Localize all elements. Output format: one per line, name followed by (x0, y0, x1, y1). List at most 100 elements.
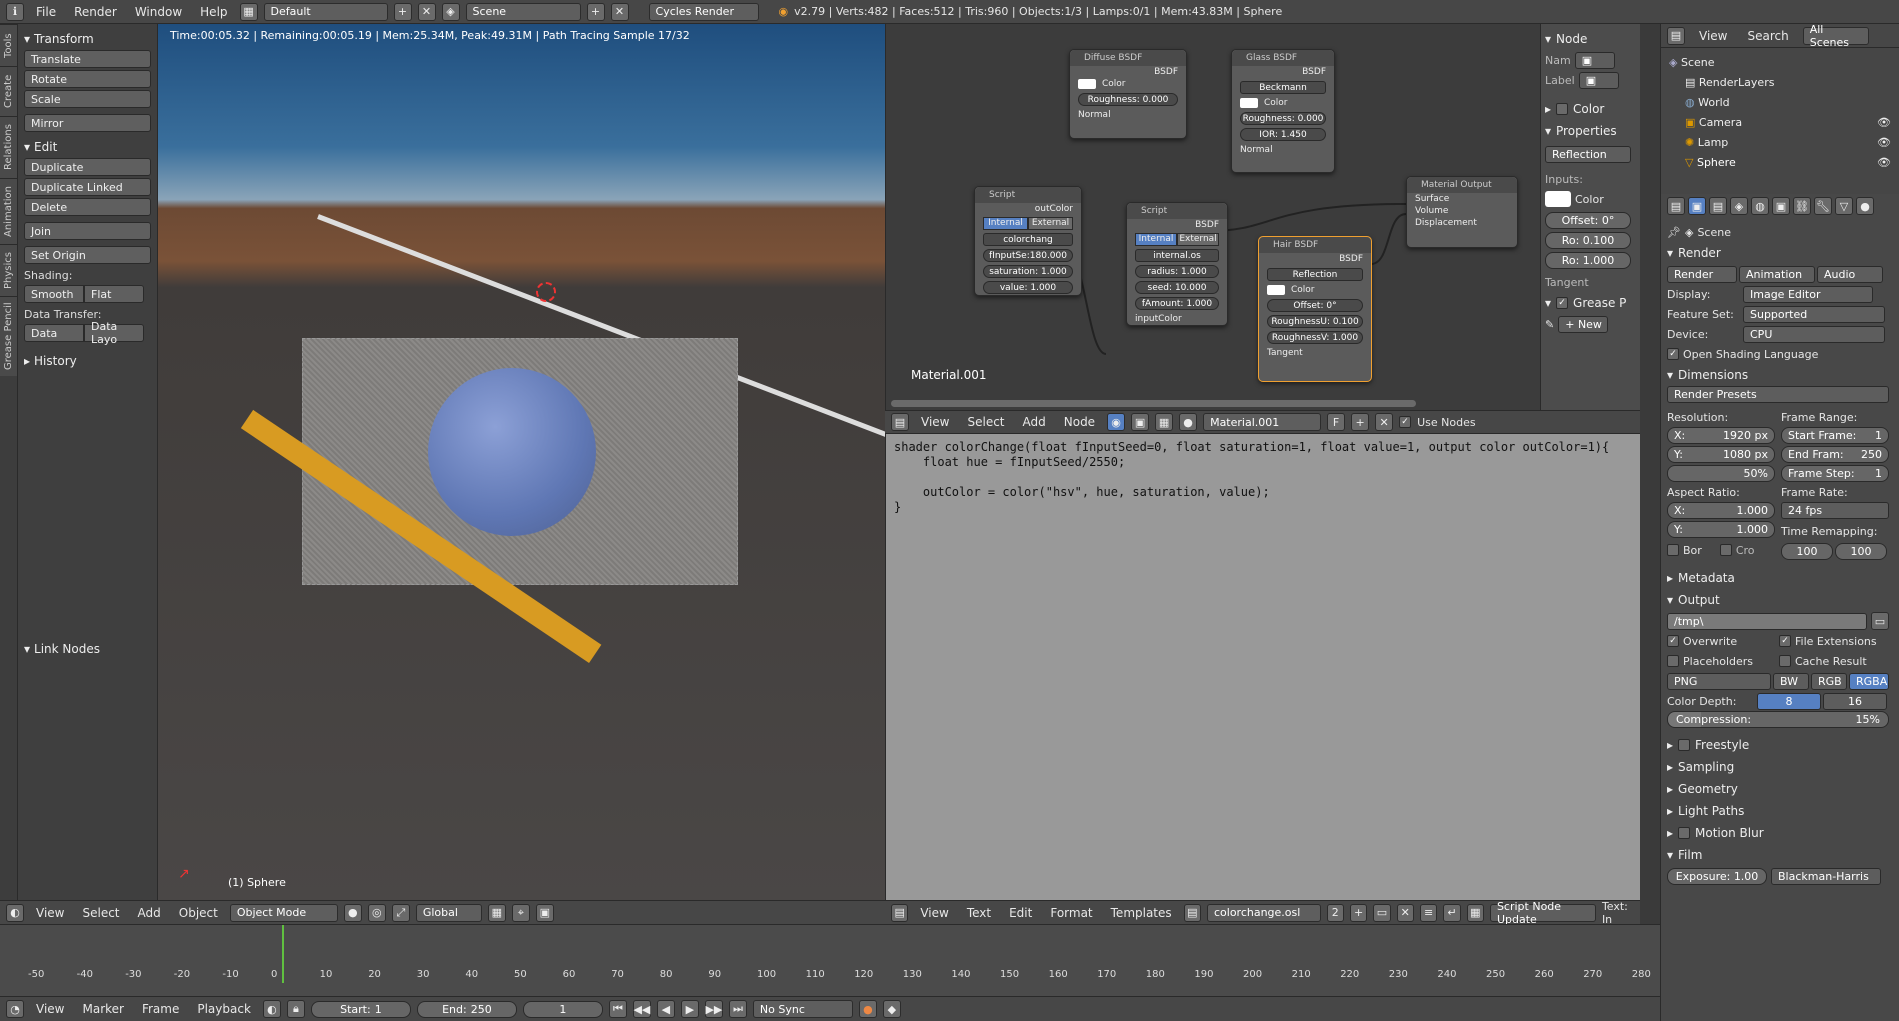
code-line[interactable] (894, 470, 1632, 485)
modifiers-tab-icon[interactable]: 🔧︎ (1814, 197, 1832, 215)
material-selector[interactable]: Material.001 (1203, 413, 1322, 431)
pixel-filter-dropdown[interactable]: Blackman-Harris (1771, 867, 1881, 885)
render-presets-dropdown[interactable]: Render Presets (1667, 386, 1889, 403)
menu-templates[interactable]: Templates (1105, 906, 1178, 920)
menu-object[interactable]: Object (173, 906, 224, 920)
diffuse-bsdf-node[interactable]: Diffuse BSDF BSDF Color Roughness: 0.000… (1069, 49, 1187, 139)
line-numbers-icon[interactable]: ≡ (1419, 903, 1438, 922)
menu-view[interactable]: View (914, 906, 954, 920)
set-origin-dropdown[interactable]: Set Origin (24, 246, 151, 264)
aspect-y-field[interactable]: Y: 1.000 (1667, 521, 1775, 538)
script-node-colorchange[interactable]: Script outColor Internal External colorc… (974, 186, 1082, 296)
compositing-nodes-icon[interactable]: ▣ (1131, 413, 1150, 431)
start-frame-field[interactable]: Start Frame: 1 (1781, 427, 1889, 444)
sync-selector[interactable]: No Sync (752, 1000, 853, 1018)
distribution-dropdown[interactable]: Beckmann (1240, 81, 1326, 94)
sphere-object[interactable] (428, 368, 596, 536)
material-output-node[interactable]: Material Output Surface Volume Displacem… (1406, 176, 1518, 248)
menu-help[interactable]: Help (194, 5, 233, 19)
internal-toggle[interactable]: Internal (983, 217, 1028, 230)
resolution-y-field[interactable]: Y: 1080 px (1667, 446, 1775, 463)
ior-field[interactable]: IOR: 1.450 (1240, 128, 1326, 141)
script-file-field[interactable]: internal.os (1135, 249, 1219, 262)
render-panel-header[interactable]: ▾ Render (1667, 242, 1893, 264)
menu-text[interactable]: Text (961, 906, 997, 920)
flat-button[interactable]: Flat (84, 285, 144, 303)
tab-create[interactable]: Create (0, 66, 17, 116)
horizontal-scrollbar[interactable] (891, 400, 1416, 407)
external-toggle[interactable]: External (1177, 233, 1219, 246)
placeholders-checkbox[interactable] (1667, 655, 1679, 667)
menu-file[interactable]: File (30, 5, 62, 19)
texture-nodes-icon[interactable]: ▦ (1155, 413, 1174, 431)
transform-panel-header[interactable]: ▾ Transform (24, 28, 151, 50)
3d-viewport[interactable]: Time:00:05.32 | Remaining:00:05.19 | Mem… (158, 24, 885, 902)
edit-panel-header[interactable]: ▾ Edit (24, 136, 151, 158)
info-icon[interactable]: ℹ (6, 2, 24, 21)
famount-field[interactable]: fAmount: 1.000 (1135, 297, 1219, 310)
tab-relations[interactable]: Relations (0, 116, 17, 178)
script-node-internal[interactable]: Script BSDF Internal External internal.o… (1126, 202, 1228, 326)
manipulator-icon[interactable]: ⤢ (391, 903, 410, 922)
outliner-item-sphere[interactable]: ▽ Sphere 👁︎ (1669, 152, 1891, 172)
offset-field[interactable]: Offset: 0° (1545, 212, 1631, 229)
overwrite-checkbox[interactable]: ✓ (1667, 635, 1679, 647)
render-icon[interactable]: ▣ (535, 903, 554, 922)
file-extensions-checkbox[interactable]: ✓ (1779, 635, 1791, 647)
smooth-button[interactable]: Smooth (24, 285, 84, 303)
value-field[interactable]: value: 1.000 (983, 281, 1073, 294)
film-panel-header[interactable]: ▾ Film (1667, 844, 1893, 866)
render-layers-tab-icon[interactable]: ▤ (1709, 197, 1727, 215)
visibility-eye-icon[interactable]: 👁︎ (1877, 116, 1891, 129)
light-paths-panel-header[interactable]: ▸ Light Paths (1667, 800, 1893, 822)
menu-frame[interactable]: Frame (136, 1002, 185, 1016)
properties-panel-header[interactable]: ▾ Properties (1545, 120, 1636, 142)
color-swatch[interactable] (1545, 191, 1571, 207)
frame-step-field[interactable]: Frame Step: 1 (1781, 465, 1889, 482)
bw-button[interactable]: BW (1773, 672, 1809, 690)
add-layout-icon[interactable]: + (393, 2, 412, 21)
code-line[interactable]: outColor = color("hsv", hue, saturation,… (894, 485, 1632, 500)
scene-selector[interactable]: Scene (465, 2, 581, 21)
dimensions-panel-header[interactable]: ▾ Dimensions (1667, 364, 1893, 386)
outliner-item-renderlayers[interactable]: ▤ RenderLayers (1669, 72, 1891, 92)
duplicate-linked-button[interactable]: Duplicate Linked (24, 178, 151, 196)
freestyle-panel-header[interactable]: ▸ Freestyle (1667, 734, 1893, 756)
code-line[interactable]: float hue = fInputSeed/2550; (894, 455, 1632, 470)
editor-type-icon[interactable]: ◔ (6, 1000, 24, 1018)
node-panel-header[interactable]: ▾ Node (1545, 28, 1636, 50)
color-swatch[interactable] (1240, 98, 1258, 108)
fps-dropdown[interactable]: 24 fps (1781, 502, 1889, 519)
new-grease-button[interactable]: + New (1558, 315, 1609, 333)
open-text-icon[interactable]: ▭ (1373, 903, 1391, 922)
add-material-icon[interactable]: + (1351, 413, 1370, 431)
roughness-v-field[interactable]: Ro: 1.000 (1545, 252, 1631, 269)
layout-selector[interactable]: Default (263, 2, 388, 21)
fake-user-button[interactable]: F (1327, 413, 1346, 431)
join-button[interactable]: Join (24, 222, 151, 240)
pivot-icon[interactable]: ◎ (367, 903, 386, 922)
shader-nodes-icon[interactable]: ◉ (1107, 413, 1126, 431)
hair-bsdf-node[interactable]: Hair BSDF BSDF Reflection Color Offset: … (1258, 236, 1372, 382)
word-wrap-icon[interactable]: ↵ (1443, 903, 1461, 922)
next-key-icon[interactable]: ▶▶ (704, 1000, 723, 1018)
constraints-tab-icon[interactable]: ⛓︎ (1793, 197, 1811, 215)
end-frame-field[interactable]: End: 250 (416, 1000, 517, 1018)
unlink-text-icon[interactable]: ✕ (1396, 903, 1414, 922)
editor-type-icon[interactable]: ▤ (891, 903, 909, 922)
history-panel-header[interactable]: ▸ History (24, 350, 151, 372)
menu-search[interactable]: Search (1741, 29, 1794, 43)
menu-window[interactable]: Window (129, 5, 188, 19)
menu-edit[interactable]: Edit (1003, 906, 1038, 920)
layout-icon[interactable]: ▦ (239, 2, 258, 21)
tab-tools[interactable]: Tools (0, 24, 17, 66)
output-panel-header[interactable]: ▾ Output (1667, 589, 1893, 611)
render-engine-selector[interactable]: Cycles Render (648, 2, 759, 21)
menu-playback[interactable]: Playback (191, 1002, 257, 1016)
menu-format[interactable]: Format (1044, 906, 1098, 920)
start-frame-field[interactable]: Start: 1 (310, 1000, 411, 1018)
freestyle-checkbox[interactable] (1678, 739, 1691, 751)
code-line[interactable]: } (894, 500, 1632, 515)
menu-marker[interactable]: Marker (76, 1002, 129, 1016)
editor-type-icon[interactable]: ▤ (891, 413, 909, 431)
